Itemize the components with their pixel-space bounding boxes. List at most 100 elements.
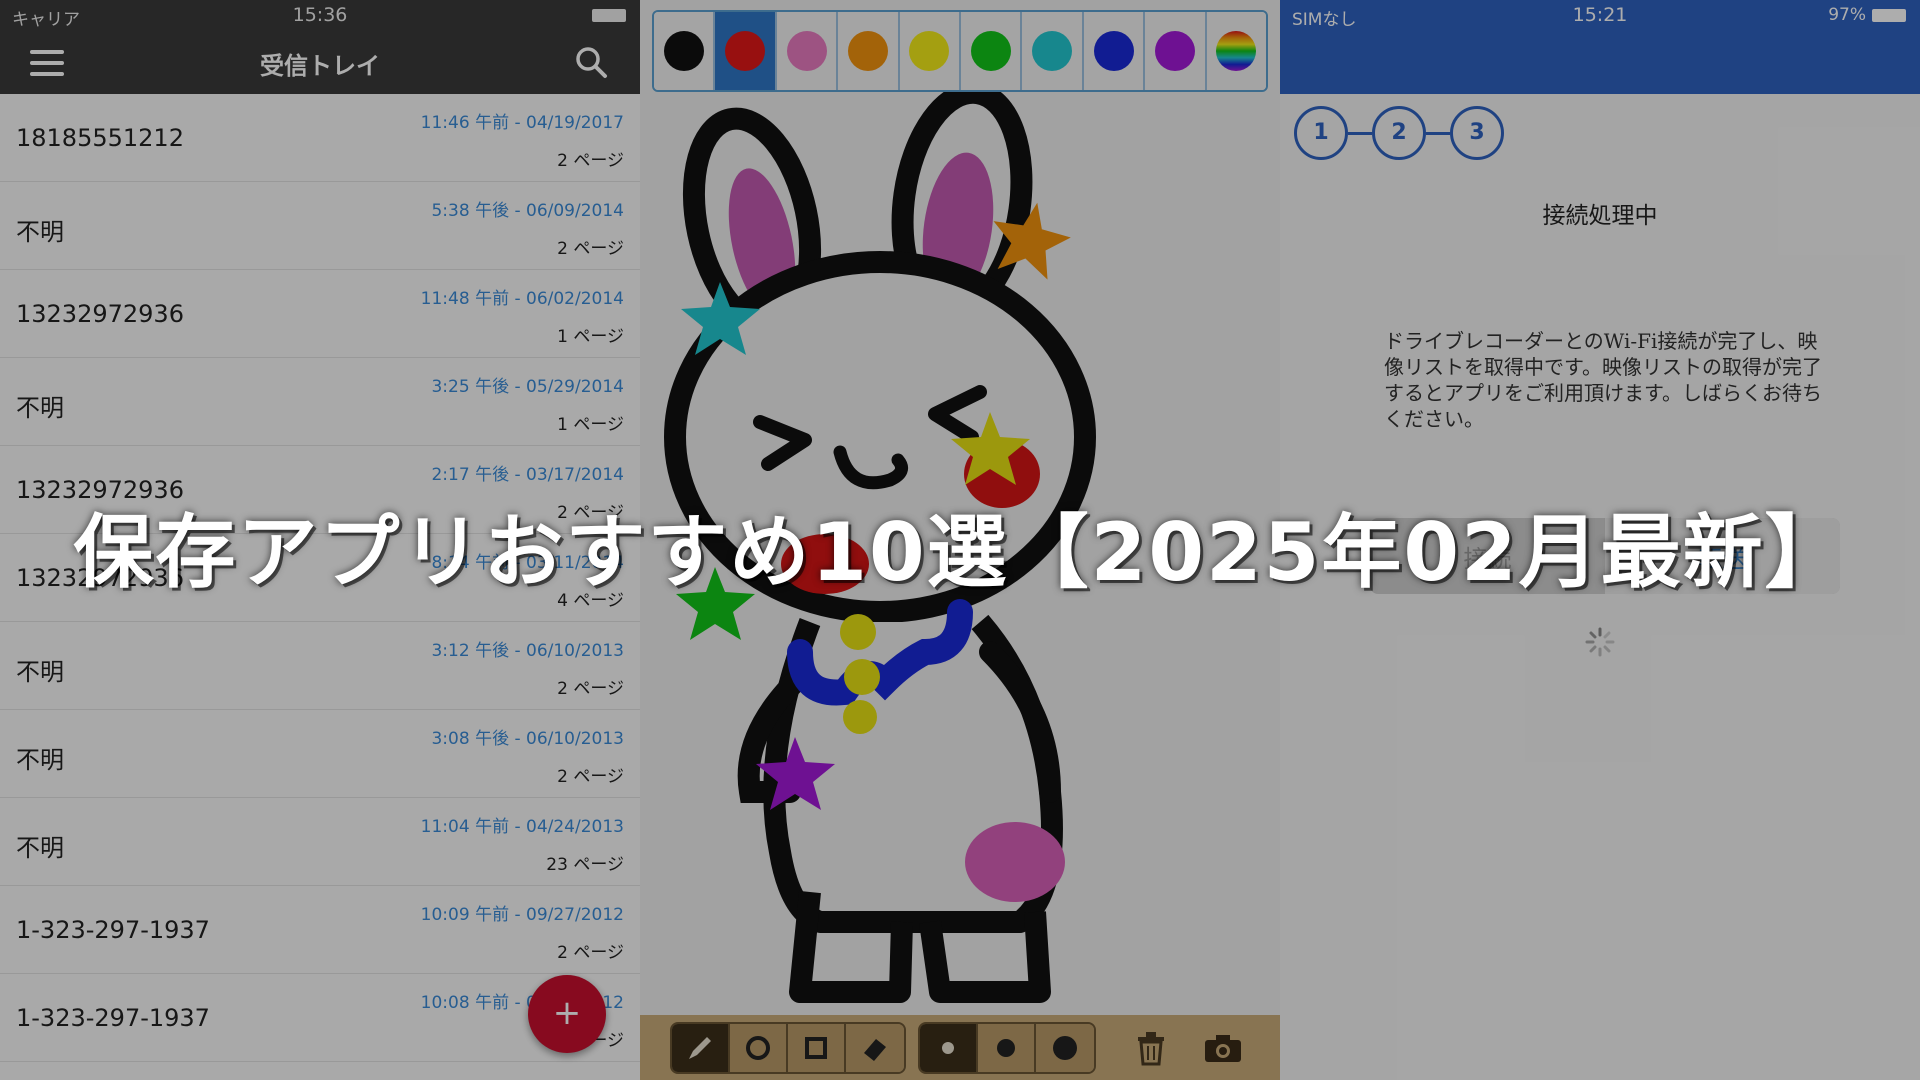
eraser-tool[interactable] [846, 1023, 904, 1072]
step-2: 2 [1372, 106, 1426, 160]
dot-large-icon [1053, 1035, 1077, 1060]
list-item[interactable]: 不明 3:08 午後 - 06/10/2013 2 ページ [0, 710, 640, 798]
fax-pages: 2 ページ [557, 239, 624, 259]
color-swatch-green[interactable] [961, 12, 1023, 90]
fax-sender: 不明 [16, 394, 64, 422]
list-item[interactable]: 13232972936 11:48 午前 - 06/02/2014 1 ページ [0, 270, 640, 358]
circle-tool[interactable] [730, 1023, 788, 1072]
fax-pages: 23 ページ [546, 855, 624, 875]
paint-blob-icon [1216, 31, 1257, 71]
dot-small-icon [942, 1041, 954, 1054]
fax-pages: 2 ページ [557, 767, 624, 787]
circle-icon [746, 1035, 770, 1060]
fax-sender: 不明 [16, 834, 64, 862]
paint-blob-icon [1093, 31, 1134, 71]
paint-blob-icon [786, 31, 827, 71]
fax-date: 3:25 午後 - 05/29/2014 [431, 377, 624, 397]
color-swatch-black[interactable] [654, 12, 716, 90]
fax-sender: 不明 [16, 746, 64, 774]
pink-hand [965, 822, 1065, 902]
fax-sender: 不明 [16, 218, 64, 246]
step-indicator: 1 2 3 [1294, 106, 1504, 160]
camera-button[interactable] [1194, 1024, 1252, 1072]
brush-size-selector [918, 1021, 1096, 1074]
step-connector [1348, 131, 1372, 135]
fax-sender: 不明 [16, 658, 64, 686]
step-3: 3 [1450, 106, 1504, 160]
button-1 [840, 614, 876, 650]
fax-pages: 1 ページ [557, 327, 624, 347]
status-time: 15:21 [1572, 4, 1628, 26]
color-swatch-pink[interactable] [776, 12, 839, 90]
app-header: 受信トレイ [0, 30, 640, 94]
fax-date: 11:46 午前 - 04/19/2017 [420, 113, 624, 133]
color-palette [652, 10, 1268, 92]
fax-date: 3:08 午後 - 06/10/2013 [431, 729, 624, 749]
trash-button[interactable] [1122, 1024, 1180, 1072]
square-tool[interactable] [788, 1023, 846, 1072]
fax-sender: 18185551212 [16, 124, 184, 152]
fax-date: 10:09 午前 - 09/27/2012 [420, 905, 624, 925]
paint-blob-icon [970, 31, 1011, 71]
trash-icon [1138, 1031, 1164, 1065]
fax-sender: 1-323-297-1937 [16, 1004, 210, 1032]
list-item[interactable]: 不明 3:25 午後 - 05/29/2014 1 ページ [0, 358, 640, 446]
brush-size-small[interactable] [920, 1023, 978, 1072]
brush-size-large[interactable] [1036, 1023, 1094, 1072]
list-item[interactable]: 不明 3:12 午後 - 06/10/2013 2 ページ [0, 622, 640, 710]
page-title: 受信トレイ [260, 52, 380, 80]
fax-date: 5:38 午後 - 06/09/2014 [431, 201, 624, 221]
status-right: 97% [1828, 5, 1906, 25]
paint-blob-icon [663, 31, 704, 71]
fax-date: 11:04 午前 - 04/24/2013 [420, 817, 624, 837]
battery-percent: 97% [1828, 5, 1866, 25]
camera-icon [1205, 1034, 1241, 1062]
list-item[interactable]: 18185551212 11:46 午前 - 04/19/2017 2 ページ [0, 94, 640, 182]
fax-pages: 2 ページ [557, 943, 624, 963]
status-bar: SIMなし 15:21 97% [1280, 0, 1920, 30]
fax-pages: 2 ページ [557, 679, 624, 699]
fax-sender: 1-323-297-1937 [16, 916, 210, 944]
step-connector [1426, 131, 1450, 135]
paint-blob-icon [847, 31, 888, 71]
dot-medium-icon [997, 1038, 1015, 1057]
brush-size-medium[interactable] [978, 1023, 1036, 1072]
pencil-tool[interactable] [672, 1023, 730, 1072]
square-icon [805, 1036, 827, 1059]
status-bar: キャリア 15:36 [0, 0, 640, 30]
paint-blob-icon [1154, 31, 1195, 71]
fax-sender: 13232972936 [16, 300, 184, 328]
paint-blob-icon [725, 31, 766, 71]
headline-title: 保存アプリおすすめ10選【2025年02月最新】 [73, 506, 1847, 599]
color-swatch-yellow[interactable] [899, 12, 962, 90]
fax-date: 11:48 午前 - 06/02/2014 [420, 289, 624, 309]
pencil-icon [689, 1036, 711, 1059]
loading-spinner-icon [1585, 627, 1615, 657]
eraser-icon [864, 1038, 886, 1061]
color-swatch-purple[interactable] [1145, 12, 1207, 90]
button-3 [843, 700, 877, 734]
list-item[interactable]: 1-323-297-1937 10:09 午前 - 09/27/2012 2 ページ [0, 886, 640, 974]
search-icon[interactable] [574, 45, 608, 79]
tool-selector [670, 1021, 906, 1074]
battery-icon [1872, 8, 1906, 22]
page-title: 接続処理中 [1542, 203, 1658, 229]
fax-pages: 2 ページ [557, 151, 624, 171]
paint-blob-icon [909, 31, 950, 71]
step-1: 1 [1294, 106, 1348, 160]
battery-icon [592, 9, 626, 22]
color-swatch-rainbow[interactable] [1206, 12, 1266, 90]
fax-date: 2:17 午後 - 03/17/2014 [431, 465, 624, 485]
color-swatch-blue[interactable] [1083, 12, 1146, 90]
status-message: ドライブレコーダーとのWi-Fi接続が完了し、映像リストを取得中です。映像リスト… [1384, 329, 1822, 431]
status-time: 15:36 [292, 4, 348, 26]
button-2 [844, 659, 880, 695]
list-item[interactable]: 不明 5:38 午後 - 06/09/2014 2 ページ [0, 182, 640, 270]
drawing-toolbar [640, 1015, 1280, 1080]
add-fax-button[interactable]: + [528, 975, 606, 1053]
color-swatch-orange[interactable] [838, 12, 900, 90]
color-swatch-cyan[interactable] [1022, 12, 1084, 90]
fax-pages: 1 ページ [557, 415, 624, 435]
color-swatch-red[interactable] [715, 12, 777, 90]
list-item[interactable]: 不明 11:04 午前 - 04/24/2013 23 ページ [0, 798, 640, 886]
